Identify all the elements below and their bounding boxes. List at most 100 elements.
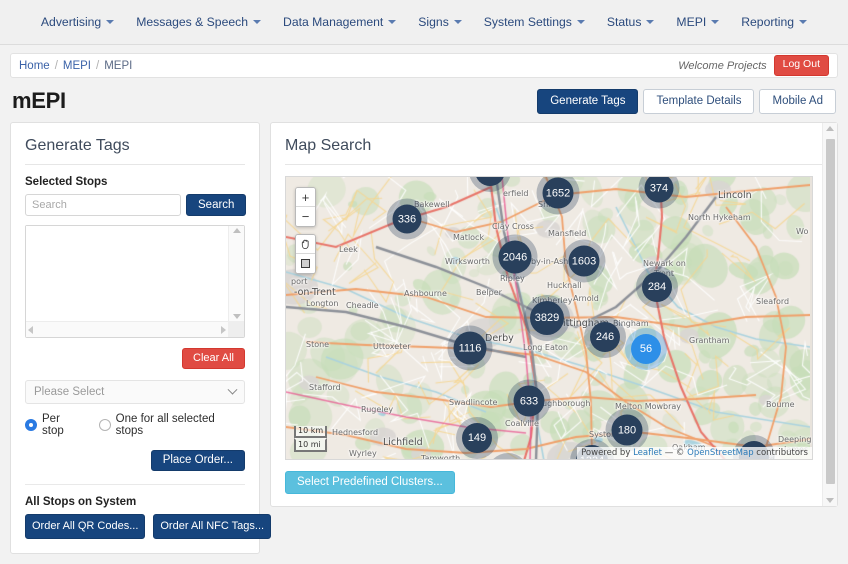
map-panel-scrollbar[interactable] (822, 123, 837, 506)
rectangle-glyph (301, 259, 310, 268)
radio-per-stop-indicator[interactable] (25, 419, 37, 431)
map-scale-control: 10 km 10 mi (294, 425, 328, 452)
select-predefined-clusters-button[interactable]: Select Predefined Clusters... (285, 471, 455, 494)
map-cluster-marker[interactable]: 336 (392, 204, 422, 234)
attribution-mid: — © (662, 448, 688, 458)
nav-item-mepi[interactable]: MEPI (665, 9, 730, 35)
listbox-horizontal-scrollbar[interactable] (26, 321, 228, 337)
map-cluster-marker[interactable]: 633 (513, 385, 545, 417)
nav-item-system-settings[interactable]: System Settings (473, 9, 596, 35)
map-cluster-marker[interactable]: 180 (611, 414, 643, 446)
map-cluster-marker[interactable]: 284 (642, 272, 672, 302)
radio-one-for-all[interactable]: One for all selected stops (98, 413, 245, 437)
attribution-suffix: contributors (753, 448, 808, 458)
tab-mobile-ad[interactable]: Mobile Ad (759, 88, 836, 114)
radio-one-for-all-indicator[interactable] (98, 419, 111, 431)
search-input[interactable] (25, 194, 181, 216)
main-content: Generate Tags Selected Stops Search Clea… (0, 122, 848, 554)
order-all-nfc-tags-button[interactable]: Order All NFC Tags... (153, 514, 272, 539)
caret-down-icon (646, 20, 655, 24)
scroll-down-icon[interactable] (232, 314, 241, 319)
zoom-control-group: + − (295, 187, 316, 227)
scroll-right-icon[interactable] (221, 325, 226, 334)
place-order-row: Place Order... (25, 450, 245, 471)
caret-down-icon (253, 20, 262, 24)
nav-item-status[interactable]: Status (596, 9, 666, 35)
breadcrumb-mepi-1[interactable]: MEPI (63, 60, 91, 72)
map-search-panel: Map Search Bakewell Clay Cross Matlock Mans… (270, 122, 838, 507)
place-order-button[interactable]: Place Order... (150, 450, 245, 471)
scrollbar-corner (228, 321, 244, 337)
map-cluster-marker[interactable]: 56 (631, 334, 661, 364)
map-scale-imperial: 10 mi (294, 437, 328, 452)
tab-template-details[interactable]: Template Details (643, 88, 755, 114)
caret-down-icon (106, 20, 115, 24)
clear-all-row: Clear All (25, 348, 245, 369)
radio-one-for-all-label: One for all selected stops (115, 413, 215, 437)
breadcrumb: Home / MEPI / MEPI (19, 60, 132, 72)
map-cluster-marker[interactable]: 2046 (498, 240, 532, 274)
breadcrumb-wrapper: Home / MEPI / MEPI Welcome Projects Log … (0, 45, 848, 78)
order-mode-radio-group: Per stop One for all selected stops (25, 413, 245, 437)
hand-draw-icon[interactable] (296, 235, 315, 254)
tab-generate-tags[interactable]: Generate Tags (537, 88, 639, 114)
caret-down-icon (711, 20, 720, 24)
caret-down-icon (388, 20, 397, 24)
leaflet-link[interactable]: Leaflet (633, 448, 662, 458)
nav-item-data-management[interactable]: Data Management (272, 9, 407, 35)
account-area: Welcome Projects Log Out (678, 55, 829, 76)
attribution-prefix: Powered by (581, 448, 634, 458)
listbox-vertical-scrollbar[interactable] (228, 226, 244, 321)
nav-item-label: MEPI (676, 15, 707, 29)
nav-item-label: Advertising (40, 15, 102, 29)
panel-scroll-down-icon[interactable] (826, 498, 834, 503)
panel-scroll-up-icon[interactable] (826, 126, 834, 131)
nav-item-label: Reporting (741, 15, 795, 29)
nav-item-reporting[interactable]: Reporting (730, 9, 818, 35)
nav-item-signs[interactable]: Signs (407, 9, 473, 35)
selected-stops-list[interactable] (26, 226, 228, 321)
tag-type-select[interactable]: Please Select (25, 380, 245, 404)
map-attribution: Powered by Leaflet — © OpenStreetMap con… (577, 447, 812, 459)
map-cluster-marker[interactable]: 3829 (530, 301, 564, 335)
clear-all-button[interactable]: Clear All (182, 348, 245, 369)
map-container[interactable]: Bakewell Clay Cross Matlock Mansfield Lincol… (285, 176, 813, 460)
rectangle-select-icon[interactable] (296, 254, 315, 273)
order-all-qr-codes-button[interactable]: Order All QR Codes... (25, 514, 146, 539)
map-cluster-marker[interactable]: 1116 (453, 331, 487, 365)
map-cluster-marker[interactable]: 1603 (568, 245, 600, 277)
map-cluster-marker[interactable]: 246 (590, 322, 620, 352)
nav-item-label: Status (606, 15, 642, 29)
zoom-in-button[interactable]: + (296, 188, 315, 207)
selected-stops-listbox[interactable] (25, 225, 245, 338)
generate-tags-heading: Generate Tags (25, 137, 245, 165)
page-tabs: Generate Tags Template Details Mobile Ad (537, 88, 836, 114)
map-cluster-marker[interactable]: 149 (462, 423, 492, 453)
nav-item-advertising[interactable]: Advertising (30, 9, 125, 35)
nav-item-label: Messages & Speech (136, 15, 249, 29)
map-cluster-marker[interactable]: 1652 (542, 177, 574, 209)
zoom-out-button[interactable]: − (296, 207, 315, 226)
selected-stops-label: Selected Stops (25, 176, 108, 188)
openstreetmap-link[interactable]: OpenStreetMap (687, 448, 753, 458)
radio-per-stop[interactable]: Per stop (25, 413, 85, 437)
page-title-row: mEPI Generate Tags Template Details Mobile… (0, 78, 848, 122)
caret-down-icon (799, 20, 808, 24)
breadcrumb-home[interactable]: Home (19, 60, 50, 72)
caret-down-icon (453, 20, 462, 24)
map-cluster-marker-partial[interactable] (493, 459, 523, 460)
nav-item-label: Signs (418, 15, 449, 29)
search-button[interactable]: Search (186, 194, 247, 216)
nav-item-messages-speech[interactable]: Messages & Speech (125, 9, 272, 35)
logout-button[interactable]: Log Out (773, 55, 829, 76)
stop-search-row: Search (25, 194, 247, 216)
breadcrumb-separator-1: / (54, 59, 58, 72)
scroll-up-icon[interactable] (232, 228, 241, 233)
scroll-left-icon[interactable] (28, 325, 33, 334)
main-navbar: Advertising Messages & Speech Data Managem… (0, 0, 848, 45)
nav-menu: Advertising Messages & Speech Data Managem… (30, 9, 818, 35)
tag-type-select-value: Please Select (34, 386, 105, 398)
welcome-text: Welcome Projects (678, 59, 767, 72)
footer-copyright: © 2008 - 2021 21st Century plc. All Righ… (0, 554, 848, 564)
panel-scroll-thumb[interactable] (826, 139, 835, 484)
